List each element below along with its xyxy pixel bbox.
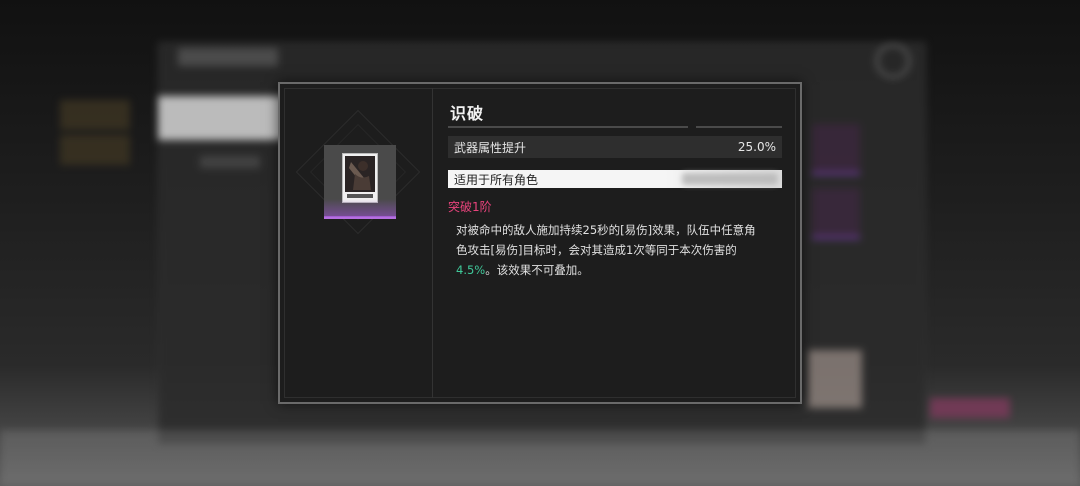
bg-left-item bbox=[60, 135, 130, 165]
weapon-card-art-icon bbox=[342, 153, 378, 203]
bg-weapon-card bbox=[812, 124, 860, 175]
applies-to-row: 适用于所有角色 bbox=[448, 170, 782, 188]
description-line: 对被命中的敌人施加持续25秒的[易伤]效果，队伍中任意角 bbox=[456, 223, 756, 237]
weapon-preview-pane bbox=[284, 88, 433, 398]
close-icon[interactable] bbox=[876, 44, 910, 78]
stat-row: 武器属性提升 25.0% bbox=[448, 136, 782, 158]
bg-avatar bbox=[808, 350, 862, 408]
highlight-value: 4.5% bbox=[456, 263, 486, 277]
bg-left-item bbox=[60, 100, 130, 130]
effect-description: 对被命中的敌人施加持续25秒的[易伤]效果，队伍中任意角 色攻击[易伤]目标时，… bbox=[456, 220, 782, 280]
bg-panel-title bbox=[178, 48, 278, 66]
stat-value: 25.0% bbox=[737, 140, 776, 154]
bg-tab bbox=[200, 156, 260, 168]
bg-bottom-bar bbox=[0, 430, 1080, 486]
weapon-name: 识破 bbox=[450, 104, 485, 123]
description-line: 4.5%。该效果不可叠加。 bbox=[456, 260, 782, 280]
screen: 识破 武器属性提升 25.0% 适用于所有角色 突破1阶 对被命中的敌人施加持续… bbox=[0, 0, 1080, 486]
blurred-tag bbox=[682, 173, 778, 185]
applies-to-label: 适用于所有角色 bbox=[454, 172, 539, 187]
refine-level: 突破1阶 bbox=[448, 200, 492, 214]
bg-tab-active bbox=[158, 96, 288, 140]
title-divider bbox=[696, 126, 782, 128]
weapon-card bbox=[324, 145, 396, 219]
bg-weapon-card bbox=[812, 188, 860, 239]
title-divider bbox=[448, 126, 688, 128]
stat-label: 武器属性提升 bbox=[454, 140, 527, 155]
description-line: 色攻击[易伤]目标时，会对其造成1次等同于本次伤害的 bbox=[456, 243, 737, 257]
weapon-detail-dialog: 识破 武器属性提升 25.0% 适用于所有角色 突破1阶 对被命中的敌人施加持续… bbox=[278, 82, 802, 404]
description-tail: 。该效果不可叠加。 bbox=[485, 263, 589, 277]
bg-button bbox=[930, 398, 1010, 418]
weapon-info-pane: 识破 武器属性提升 25.0% 适用于所有角色 突破1阶 对被命中的敌人施加持续… bbox=[448, 88, 786, 398]
